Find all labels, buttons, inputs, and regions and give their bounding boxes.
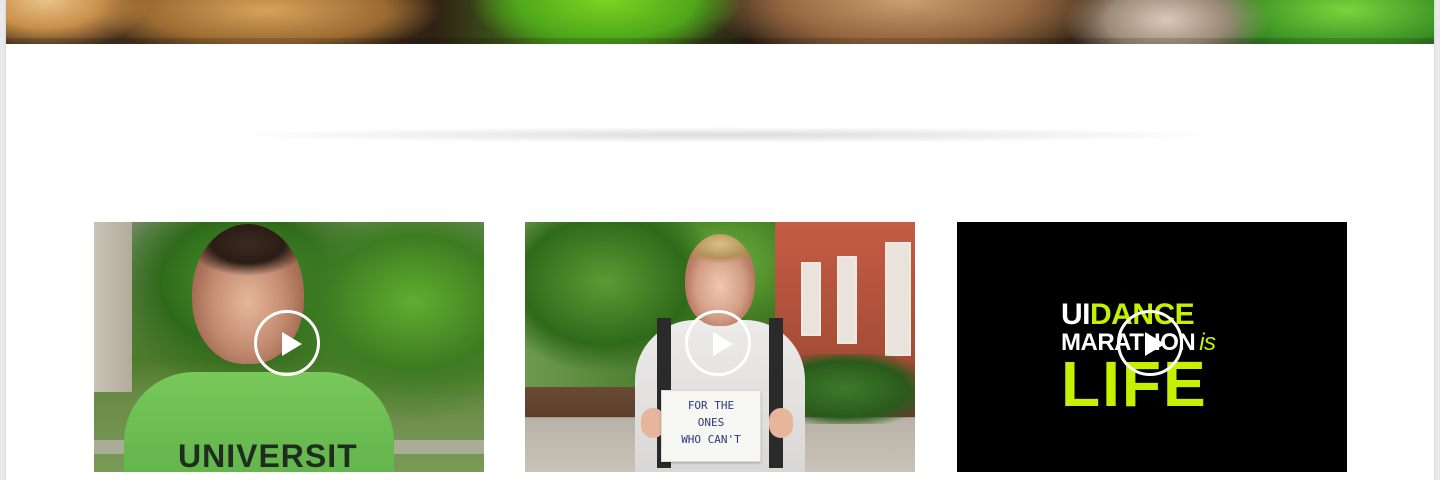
hero-banner-image	[6, 0, 1434, 44]
play-icon[interactable]	[685, 310, 751, 376]
video-thumbnail-3[interactable]: UIDANCE MARATHON is LIFE	[957, 222, 1347, 472]
play-icon[interactable]	[1117, 310, 1183, 376]
section-divider	[226, 126, 1226, 144]
video-thumbnail-2[interactable]: FOR THE ONES WHO CAN'T	[525, 222, 915, 472]
video-thumbnail-1[interactable]: UNIVERSIT	[94, 222, 484, 472]
shirt-text: UNIVERSIT	[178, 438, 358, 472]
handwritten-sign: FOR THE ONES WHO CAN'T	[661, 390, 761, 462]
play-icon[interactable]	[254, 310, 320, 376]
page: UNIVERSIT FOR THE ONES WHO CAN'T UIDANCE	[6, 0, 1434, 480]
